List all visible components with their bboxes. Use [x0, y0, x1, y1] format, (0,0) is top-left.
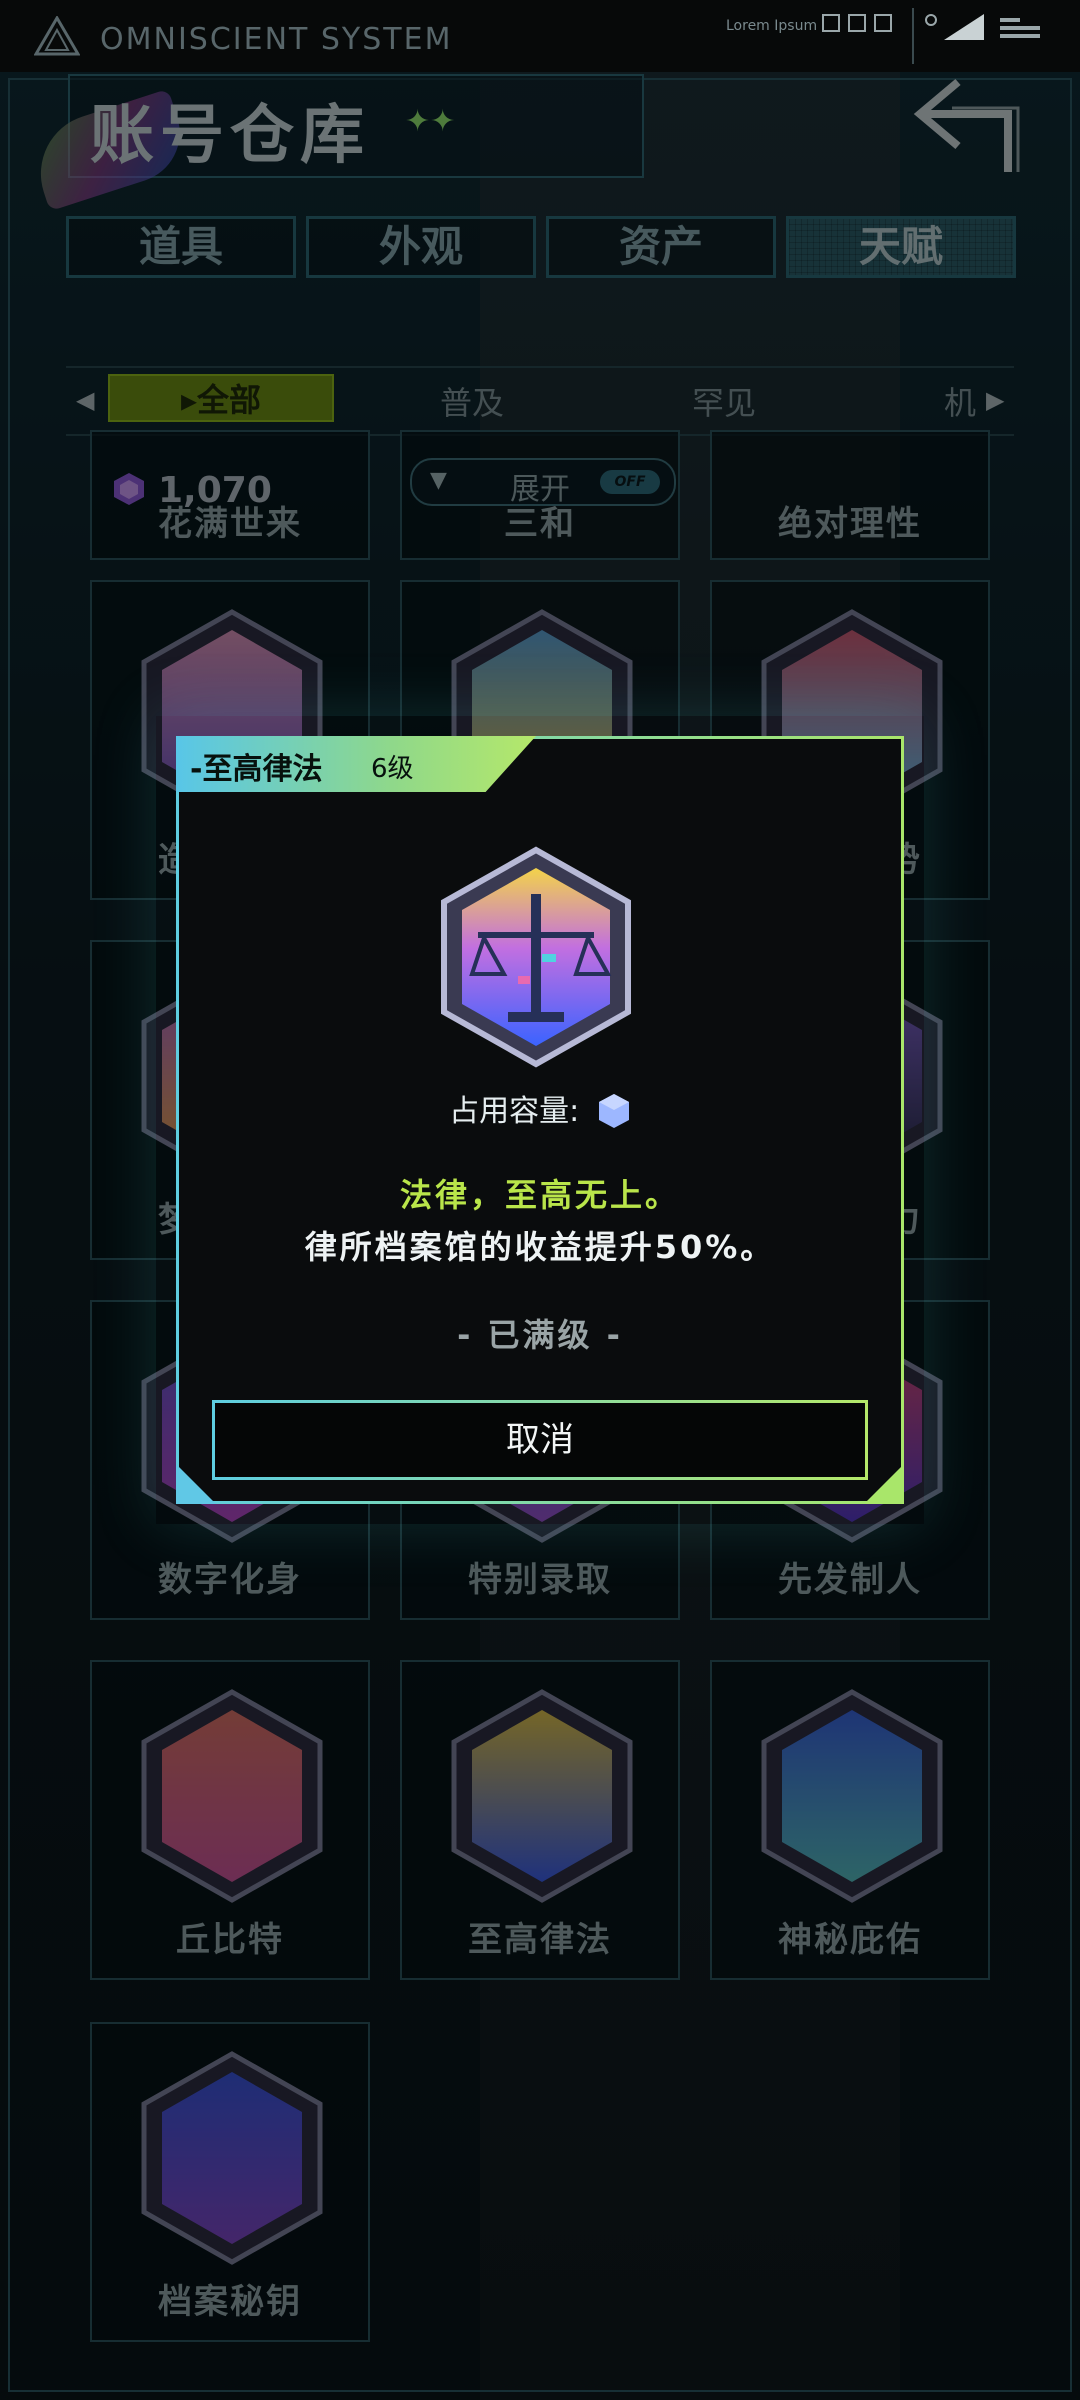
maximize-icon[interactable] [848, 14, 866, 32]
dialog-title-text: 至高律法 [202, 752, 323, 787]
scales-of-justice-icon [441, 846, 631, 1068]
max-level-status: - 已满级 - [457, 1316, 623, 1354]
system-name: OMNISCIENT SYSTEM [100, 22, 453, 57]
status-icons [925, 14, 1040, 40]
system-logo-icon [34, 16, 80, 56]
cancel-button[interactable]: 取消 [212, 1400, 868, 1480]
capacity-label: 占用容量: [449, 1094, 580, 1129]
minimize-icon[interactable] [822, 14, 840, 32]
dialog-title: -至高律法 [190, 744, 322, 788]
talent-description: 律所档案馆的收益提升50%。 [304, 1228, 776, 1266]
capacity-crystal-icon [598, 1094, 629, 1128]
bar-divider [912, 8, 914, 64]
system-caption: Lorem Ipsum [726, 18, 818, 34]
close-icon[interactable] [874, 14, 892, 32]
capacity-row: 占用容量: [176, 1086, 904, 1130]
dialog-title-prefix: - [190, 752, 203, 787]
talent-motto: 法律，至高无上。 [399, 1176, 680, 1214]
dialog-level: 6级 [371, 754, 414, 784]
talent-detail-dialog: -至高律法 6级 占用容量: 法律，至高无上。 律所档案馆的收益提升50%。 -… [176, 736, 904, 1504]
